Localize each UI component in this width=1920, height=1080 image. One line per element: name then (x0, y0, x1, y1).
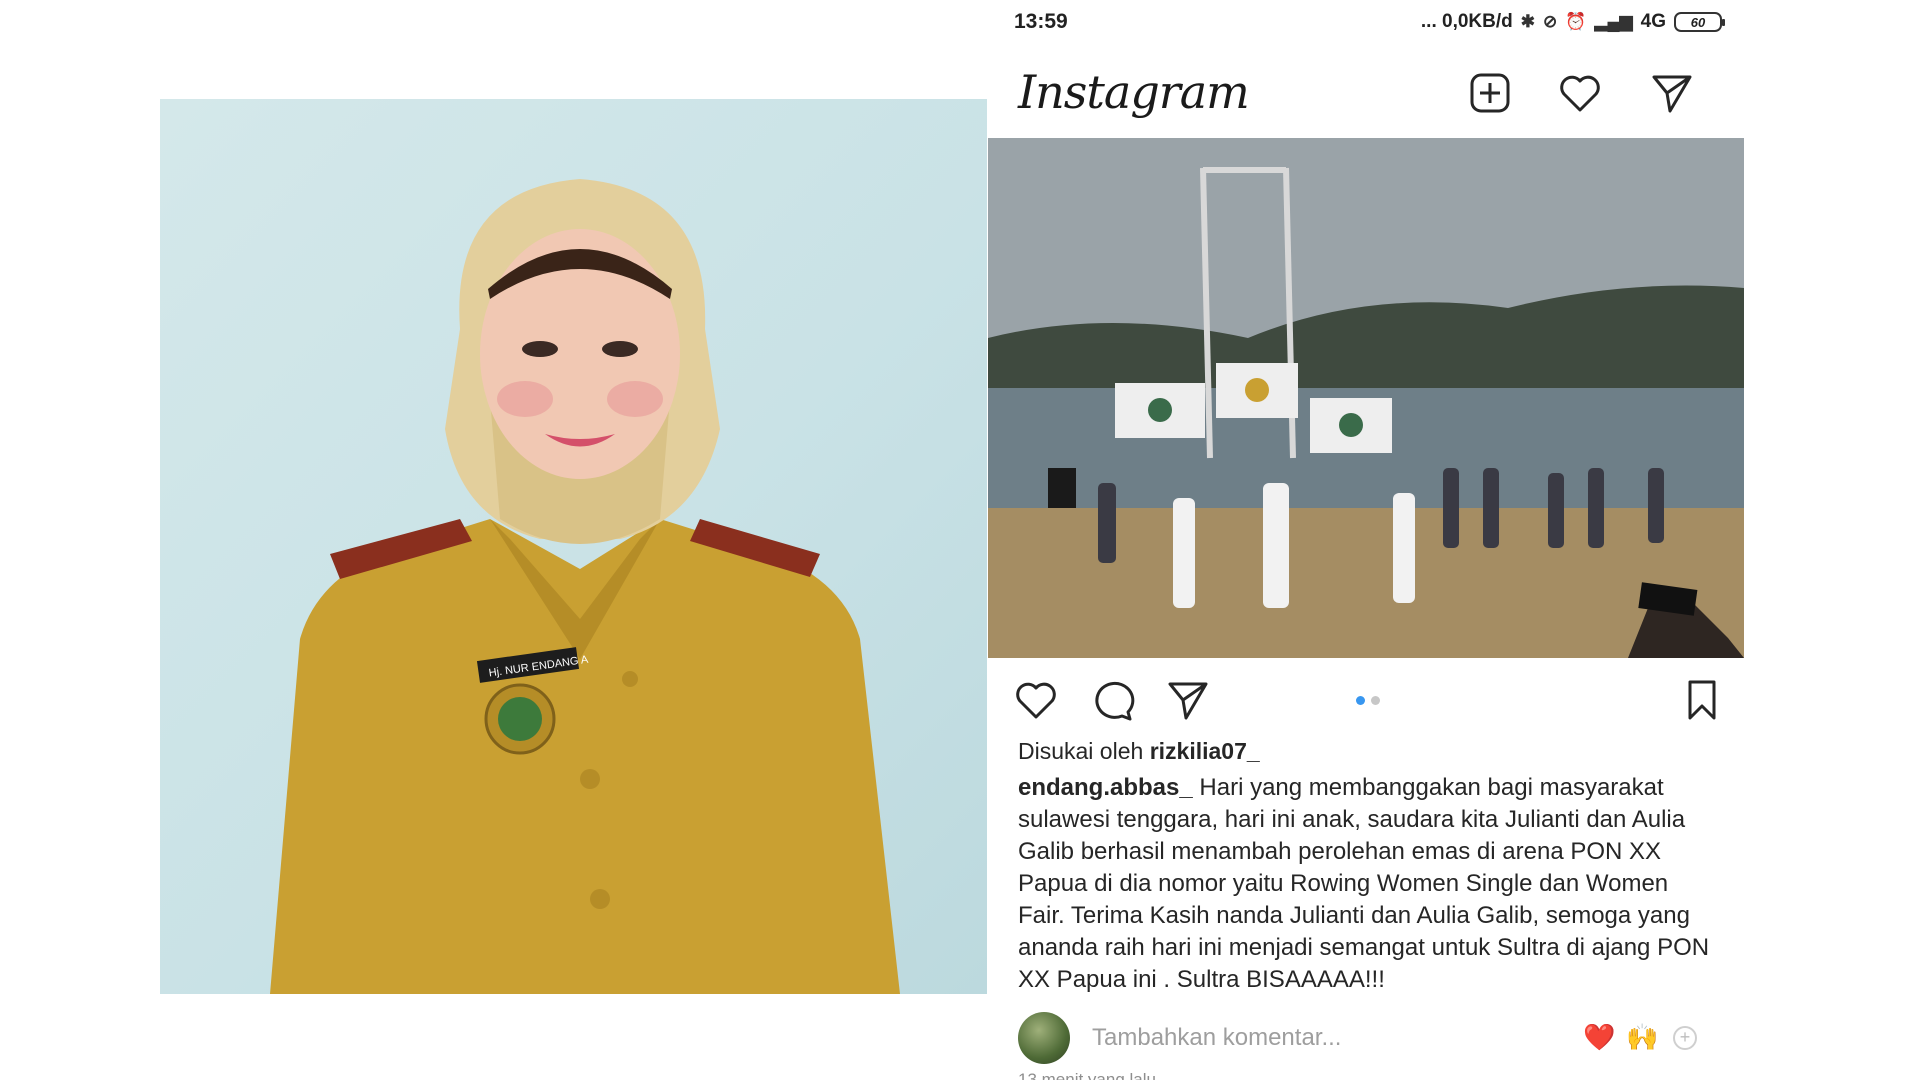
carousel-dot (1371, 696, 1380, 705)
status-data-rate: ... 0,0KB/d (1420, 11, 1513, 32)
raising-hands-reaction-icon[interactable]: 🙌 (1626, 1022, 1658, 1053)
instagram-logo[interactable]: Instagram (1018, 65, 1250, 119)
status-bar: 13:59 ... 0,0KB/d ✱ ⊘ ⏰ ▂▄▆ 4G 60 (988, 0, 1744, 44)
screenshot-composite: Hj. NUR ENDANG A 13:59 ... 0,0KB/d ✱ ⊘ ⏰… (0, 0, 1920, 1080)
bookmark-icon[interactable] (1678, 676, 1726, 724)
post-photo-illustration (988, 138, 1744, 658)
battery-level: 60 (1690, 14, 1706, 30)
liked-by-prefix: Disukai oleh (1018, 738, 1144, 764)
new-post-icon[interactable] (1466, 69, 1514, 117)
comment-input[interactable]: Tambahkan komentar... (1092, 1024, 1341, 1052)
mute-icon: ⊘ (1543, 12, 1558, 31)
heart-reaction-icon[interactable]: ❤️ (1583, 1022, 1615, 1053)
portrait-photo: Hj. NUR ENDANG A (160, 99, 987, 994)
avatar[interactable] (1018, 1012, 1070, 1064)
like-icon[interactable] (1012, 676, 1060, 724)
instagram-screen: 13:59 ... 0,0KB/d ✱ ⊘ ⏰ ▂▄▆ 4G 60 Instag… (988, 0, 1744, 1080)
caption-username[interactable]: endang.abbas_ (1018, 774, 1193, 801)
alarm-icon: ⏰ (1565, 12, 1587, 31)
post-actions (988, 672, 1744, 728)
direct-message-icon[interactable] (1648, 69, 1696, 117)
status-time: 13:59 (1014, 10, 1068, 33)
app-header: Instagram (988, 55, 1744, 135)
post-timestamp: 13 menit yang lalu (1018, 1070, 1156, 1080)
signal-icon: ▂▄▆ (1594, 12, 1633, 31)
add-comment-row: Tambahkan komentar... ❤️ 🙌 + (1018, 1012, 1718, 1064)
battery-icon: 60 (1674, 12, 1725, 32)
add-reaction-icon[interactable]: + (1673, 1026, 1697, 1050)
liked-by: Disukai oleh rizkilia07_ (1018, 738, 1260, 765)
comment-icon[interactable] (1088, 676, 1136, 724)
liked-by-user[interactable]: rizkilia07_ (1150, 738, 1260, 764)
post-caption: endang.abbas_ Hari yang membanggakan bag… (1018, 772, 1718, 996)
carousel-indicator (1356, 696, 1380, 705)
portrait-illustration: Hj. NUR ENDANG A (270, 179, 900, 994)
status-indicators: ... 0,0KB/d ✱ ⊘ ⏰ ▂▄▆ 4G 60 (1420, 11, 1725, 33)
post-image[interactable] (988, 138, 1744, 658)
share-icon[interactable] (1164, 676, 1212, 724)
caption-text: Hari yang membanggakan bagi masyarakat s… (1018, 774, 1710, 993)
heart-icon[interactable] (1556, 69, 1604, 117)
status-network: 4G (1640, 11, 1666, 32)
bluetooth-icon: ✱ (1520, 12, 1536, 31)
carousel-dot-active (1356, 696, 1365, 705)
